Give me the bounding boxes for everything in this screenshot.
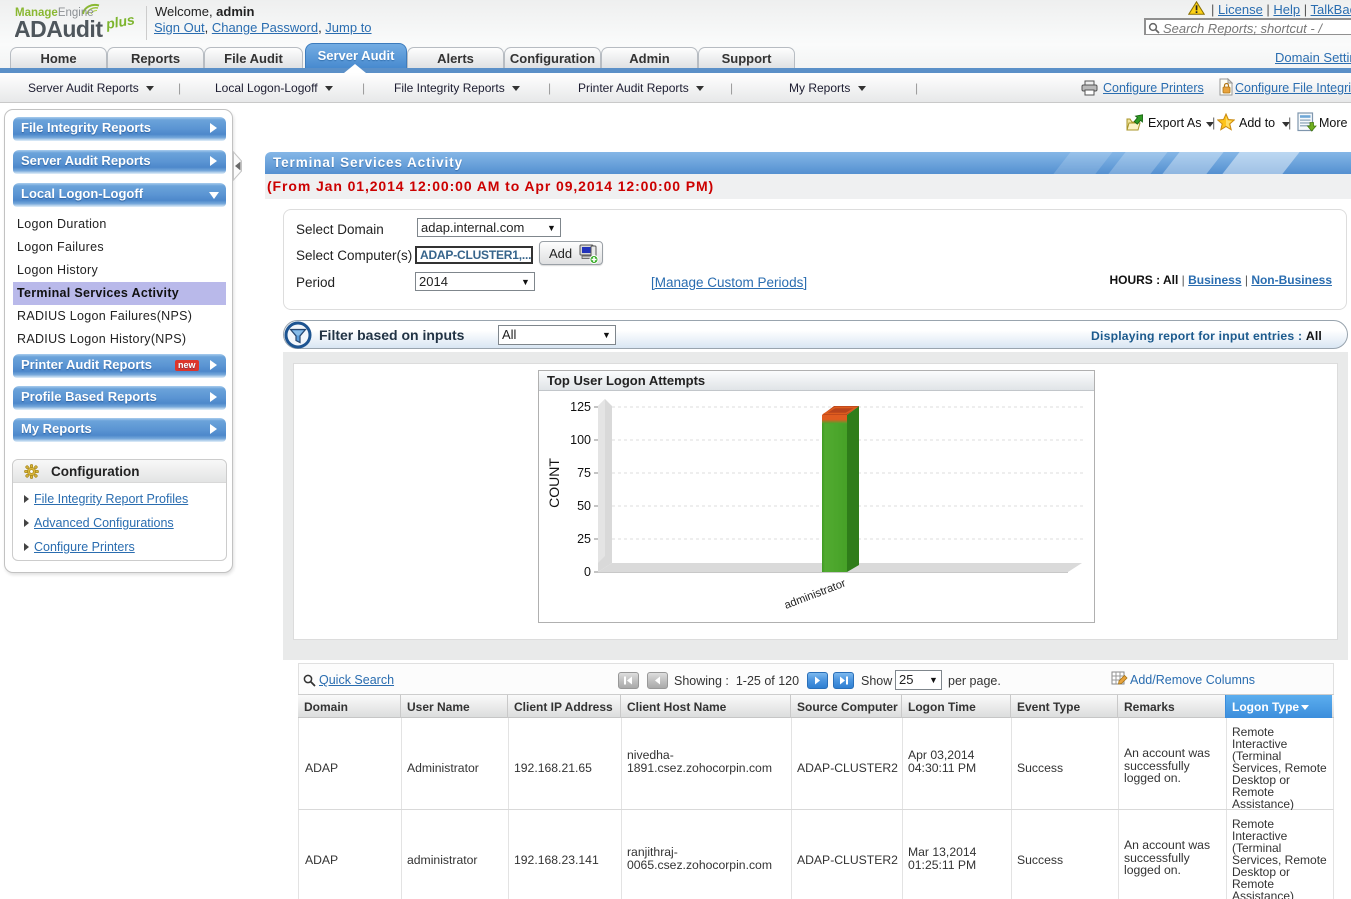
svg-text:administrator: administrator [783, 577, 848, 611]
svg-text:plus: plus [104, 11, 136, 32]
svg-text:ADAudit: ADAudit [15, 16, 103, 42]
svg-text:0: 0 [584, 565, 591, 579]
svg-text:100: 100 [570, 433, 591, 447]
svg-text:50: 50 [577, 499, 591, 513]
svg-text:75: 75 [577, 466, 591, 480]
svg-text:COUNT: COUNT [546, 458, 562, 508]
svg-text:125: 125 [570, 400, 591, 414]
svg-text:25: 25 [577, 532, 591, 546]
